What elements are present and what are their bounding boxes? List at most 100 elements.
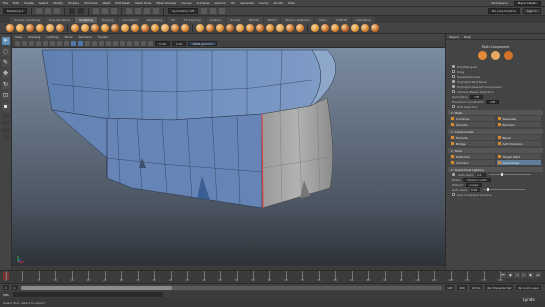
sculpt-tool-icon[interactable] <box>286 24 294 32</box>
sculpt-tool-icon[interactable] <box>196 24 204 32</box>
select-hierarchy-icon[interactable] <box>93 8 100 14</box>
viewport[interactable] <box>12 48 445 266</box>
wireframe-on-shaded-icon[interactable] <box>85 41 90 46</box>
character-set-dropdown[interactable]: No Character Set <box>485 285 514 290</box>
shelf-tab[interactable]: Rigging <box>98 16 118 23</box>
sculpt-tool-icon[interactable] <box>311 24 319 32</box>
wireframe-icon[interactable] <box>71 41 76 46</box>
range-bar[interactable] <box>20 285 443 290</box>
connect-button[interactable]: Connect <box>450 160 495 165</box>
checkbox[interactable] <box>452 85 455 88</box>
sculpt-tool-icon[interactable] <box>26 24 34 32</box>
xray-icon[interactable] <box>113 41 118 46</box>
render-settings-icon[interactable] <box>218 8 225 14</box>
shelf-tab[interactable]: XGen <box>314 16 331 23</box>
last-tool-icon[interactable]: ▪ <box>1 103 10 111</box>
sculpt-tool-icon[interactable] <box>46 24 54 32</box>
menu-file[interactable]: File <box>3 1 8 5</box>
separate-button[interactable]: Separate <box>496 116 541 121</box>
step-back-icon[interactable]: ◀ <box>507 272 513 278</box>
sculpt-tool-icon[interactable] <box>81 24 89 32</box>
sculpt-tool-icon[interactable] <box>71 24 79 32</box>
undo-icon[interactable] <box>69 8 76 14</box>
open-scene-icon[interactable] <box>45 8 52 14</box>
snap-curve-icon[interactable] <box>135 8 142 14</box>
menu-help[interactable]: Help <box>288 1 295 5</box>
checkbox[interactable] <box>452 70 455 73</box>
sculpt-tool-icon[interactable] <box>361 24 369 32</box>
select-component-icon[interactable] <box>111 8 118 14</box>
mode-dropdown[interactable]: Modeling ▾ <box>3 8 28 14</box>
face-mode-icon[interactable] <box>504 50 513 60</box>
shelf-tab[interactable]: Arnold <box>226 16 244 23</box>
menu-edit-mesh[interactable]: Edit Mesh <box>115 1 130 5</box>
fps-dropdown[interactable]: 24 fps <box>469 285 483 290</box>
move-tool-icon[interactable]: ✥ <box>1 70 10 78</box>
sculpt-tool-icon[interactable] <box>206 24 214 32</box>
anim-layer-dropdown[interactable]: No Anim Layer <box>516 285 541 290</box>
gate-mask-icon[interactable] <box>64 41 69 46</box>
sculpt-tool-icon[interactable] <box>276 24 284 32</box>
sculpt-tool-icon[interactable] <box>266 24 274 32</box>
go-to-start-icon[interactable]: ⏮ <box>500 272 506 278</box>
boolean-button[interactable]: Boolean <box>496 122 541 127</box>
sculpt-tool-icon[interactable] <box>141 24 149 32</box>
shelf-tab[interactable]: Poly Modeling <box>45 16 75 23</box>
ipr-render-icon[interactable] <box>209 8 216 14</box>
sculpt-tool-icon[interactable] <box>161 24 169 32</box>
exposure-field[interactable]: 0.00 <box>155 41 170 46</box>
shadows-icon[interactable] <box>106 41 111 46</box>
layout-button[interactable] <box>1 121 10 125</box>
time-slider[interactable]: ⏮ ◀ ◁ ▷ ▶ ⏭ 1 4 8 12 16 20 24 28 32 36 40 44 48 52 56 6… <box>0 270 545 283</box>
sculpt-tool-icon[interactable] <box>131 24 139 32</box>
add-divisions-button[interactable]: Add Divisions <box>496 141 541 146</box>
film-gate-icon[interactable] <box>50 41 55 46</box>
color-space-dropdown[interactable]: sRGB gamma <box>188 41 217 46</box>
menu-deform[interactable]: Deform <box>215 1 226 5</box>
combine-button[interactable]: Combine <box>450 116 495 121</box>
play-backward-icon[interactable]: ◁ <box>514 272 520 278</box>
shelf-tab[interactable]: Bifrost <box>244 16 263 23</box>
shelf-tab[interactable]: Custom <box>205 16 226 23</box>
shelf-tab[interactable]: FX <box>167 16 179 23</box>
isolate-icon[interactable] <box>120 41 125 46</box>
gamma-field[interactable]: 1.00 <box>171 41 187 46</box>
lights-icon[interactable] <box>99 41 104 46</box>
menu-uv[interactable]: UV <box>231 1 235 5</box>
shelf-tab[interactable]: TURTLE <box>331 16 352 23</box>
vertex-mode-icon[interactable] <box>478 50 487 60</box>
quad-draw-button[interactable]: Quad Draw <box>496 160 541 165</box>
sculpt-tool-icon[interactable] <box>226 24 234 32</box>
menu-mesh[interactable]: Mesh <box>103 1 111 5</box>
motion-blur-icon[interactable] <box>134 41 139 46</box>
bridge-button[interactable]: Bridge <box>450 141 495 146</box>
workspace-dropdown[interactable]: Maya Classic <box>513 0 541 6</box>
menu-cache[interactable]: Cache <box>259 1 268 5</box>
soft-selection-row[interactable]: Soft Selection <box>446 104 545 109</box>
menu-curves[interactable]: Curves <box>181 1 191 5</box>
sculpt-tool-icon[interactable] <box>111 24 119 32</box>
snap-point-icon[interactable] <box>144 8 151 14</box>
sculpt-tool-icon[interactable] <box>121 24 129 32</box>
new-scene-icon[interactable] <box>36 8 43 14</box>
menu-arnold[interactable]: Arnold <box>273 1 283 5</box>
symmetry-dropdown[interactable]: Symmetry: Off <box>168 8 198 14</box>
image-plane-icon[interactable] <box>36 41 41 46</box>
menu-surfaces[interactable]: Surfaces <box>197 1 210 5</box>
sculpt-tool-icon[interactable] <box>36 24 44 32</box>
viewport-canvas[interactable] <box>12 48 445 266</box>
menu-mesh-tools[interactable]: Mesh Tools <box>135 1 151 5</box>
menu-create[interactable]: Create <box>24 1 34 5</box>
checkbox[interactable] <box>452 65 455 68</box>
sculpt-tool-icon[interactable] <box>321 24 329 32</box>
rotate-tool-icon[interactable]: ↻ <box>1 81 10 89</box>
sculpt-tool-icon[interactable] <box>171 24 179 32</box>
end-frame-field[interactable]: 200 <box>457 285 467 290</box>
sculpt-tool-icon[interactable] <box>246 24 254 32</box>
layout-button[interactable] <box>1 135 10 139</box>
menu-windows[interactable]: Windows <box>84 1 97 5</box>
sculpt-tool-icon[interactable] <box>331 24 339 32</box>
start-frame-field[interactable]: 1 <box>3 285 9 290</box>
shelf-tab[interactable]: Curves / Surfaces <box>10 16 45 23</box>
range-end-field[interactable]: 120 <box>445 285 455 290</box>
